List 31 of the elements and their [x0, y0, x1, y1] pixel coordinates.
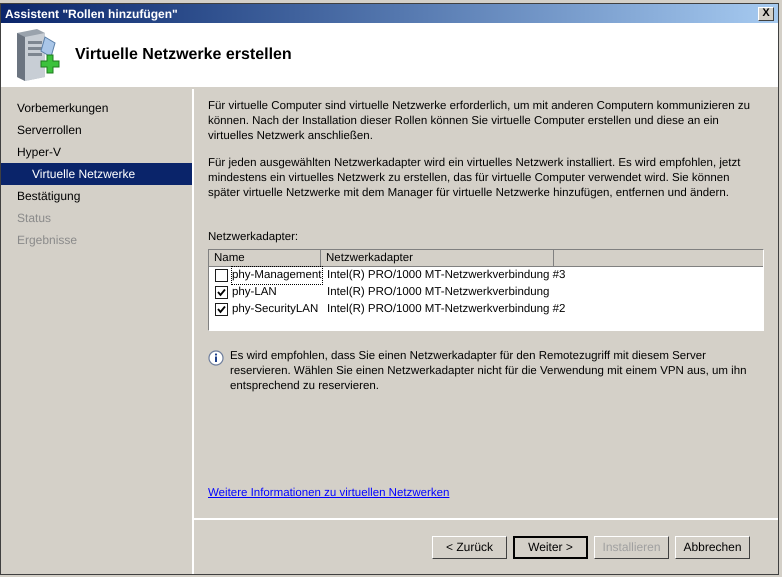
- dialog-button[interactable]: < Zurück: [432, 536, 507, 558]
- dialog-button[interactable]: Weiter >: [513, 536, 588, 558]
- table-cell-text: Intel(R) PRO/1000 MT-Netzwerkverbindung #2: [326, 302, 566, 318]
- column-header[interactable]: Name: [209, 250, 321, 266]
- more-info-link[interactable]: Weitere Informationen zu virtuellen Netzwerken: [208, 484, 450, 502]
- table-row[interactable]: phy-Management Intel(R) PRO/1000 MT-Netzwerkverbindung #3: [209, 267, 763, 284]
- sidebar-item[interactable]: Virtuelle Netzwerke: [1, 163, 192, 185]
- checkbox[interactable]: [215, 303, 228, 316]
- checkbox[interactable]: [215, 269, 228, 282]
- dialog-button[interactable]: Abbrechen: [675, 536, 750, 558]
- table-label: Netzwerkadapter:: [208, 230, 300, 245]
- description-text: Für virtuelle Computer sind virtuelle Netzwerke erforderlich, um mit anderen Computern kommunizieren zu können. Nach der Installation dieser Rollen können Sie virtuelle Computer erstellen und diese an ein virtuelles Netzwerk anschließen.: [208, 99, 751, 144]
- window-title: Assistent "Rollen hinzufügen": [5, 6, 178, 22]
- table-row[interactable]: phy-LAN Intel(R) PRO/1000 MT-Netzwerkverbindung: [209, 284, 763, 302]
- info-icon: [208, 350, 224, 366]
- sidebar-item[interactable]: Serverrollen: [1, 119, 192, 141]
- table-row[interactable]: phy-SecurityLAN Intel(R) PRO/1000 MT-Netzwerkverbindung #2: [209, 301, 763, 318]
- sidebar-item[interactable]: Vorbemerkungen: [1, 97, 192, 119]
- sidebar-item[interactable]: Bestätigung: [1, 185, 192, 207]
- table-cell-text: phy-SecurityLAN: [232, 302, 318, 318]
- table-cell-text: Intel(R) PRO/1000 MT-Netzwerkverbindung: [326, 285, 550, 300]
- checkbox[interactable]: [215, 286, 228, 300]
- page-title: Virtuelle Netzwerke erstellen: [75, 45, 292, 65]
- close-button[interactable]: X: [758, 6, 774, 20]
- description-text: Für jeden ausgewählten Netzwerkadapter wird ein virtuelles Netzwerk installiert. Es wird empfohlen, jetzt mindestens ein virtuelles Netzwerk zu erstellen, das für virtuelle Computer verwendet wird. Sie können später virtuelle Netzwerke mit dem Manager für virtuelle Netzwerke hinzufügen, entfernen und ändern.: [208, 156, 742, 201]
- sidebar-item[interactable]: Hyper-V: [1, 141, 192, 163]
- table-cell: phy-Management: [232, 267, 322, 284]
- table-cell-text: Intel(R) PRO/1000 MT-Netzwerkverbindung #3: [326, 268, 566, 284]
- table-cell-text: phy-LAN: [232, 285, 277, 300]
- info-text: Es wird empfohlen, dass Sie einen Netzwerkadapter für den Remotezugriff mit diesem Server reservieren. Wählen Sie einen Netzwerkadapter nicht für die Verwendung mit einem VPN aus, um ihn entsprechend zu reservieren.: [230, 349, 748, 394]
- column-header[interactable]: Netzwerkadapter: [321, 250, 554, 266]
